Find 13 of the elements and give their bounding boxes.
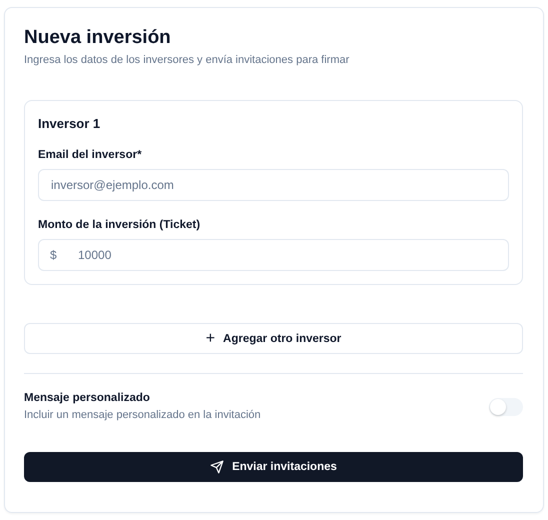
form-subtitle: Ingresa los datos de los inversores y envía invitaciones para firmar: [24, 54, 350, 66]
currency-symbol: $: [50, 248, 57, 262]
form-title: Nueva inversión: [24, 26, 172, 50]
email-field[interactable]: inversor@ejemplo.com: [38, 169, 509, 201]
send-button[interactable]: Enviar invitaciones: [24, 452, 523, 482]
field-label: Monto de la inversión (Ticket): [38, 219, 202, 231]
field-label: Email del inversor*: [38, 149, 143, 161]
option-description: Incluir un mensaje personalizado en la invitación: [24, 409, 261, 421]
toggle-switch[interactable]: [489, 398, 523, 416]
investor-heading: Inversor 1: [38, 116, 102, 131]
add-investor-button[interactable]: + Agregar otro inversor: [24, 323, 523, 354]
option-label: Mensaje personalizado: [24, 392, 151, 404]
send-icon: [210, 460, 224, 474]
